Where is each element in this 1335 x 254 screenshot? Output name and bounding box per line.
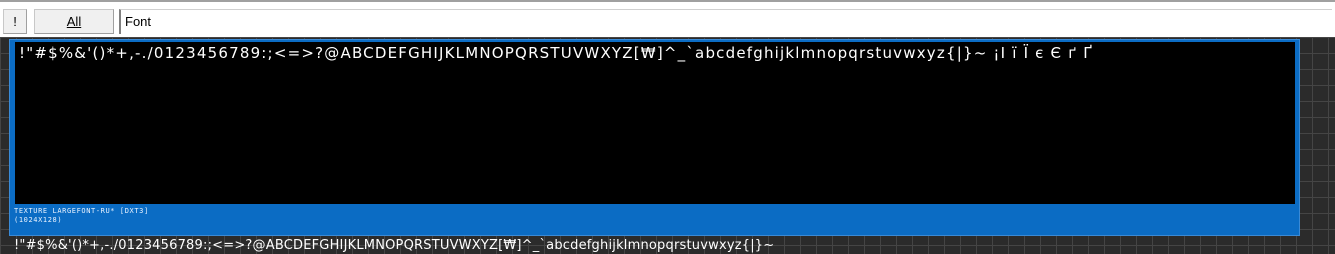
bang-button[interactable]: ! (3, 9, 27, 34)
font-field[interactable]: Font (119, 9, 1332, 34)
font-preview-text: !"#$%&'()*+,-./0123456789:;<=>?@ABCDEFGH… (14, 238, 775, 253)
texture-canvas: !"#$%&'()*+,-./0123456789:;<=>?@ABCDEFGH… (15, 42, 1295, 204)
texture-name: TEXTURE LARGEFONT-RU* [DXT3] (14, 207, 149, 215)
texture-size: (1024X128) (14, 216, 63, 224)
all-button[interactable]: All (34, 9, 114, 34)
glyph-atlas-row: !"#$%&'()*+,-./0123456789:;<=>?@ABCDEFGH… (19, 44, 1094, 62)
toolbar: ! All Font (0, 3, 1335, 37)
texture-info-label: TEXTURE LARGEFONT-RU* [DXT3] (1024X128) (14, 207, 614, 225)
window-top-border (0, 0, 1335, 2)
